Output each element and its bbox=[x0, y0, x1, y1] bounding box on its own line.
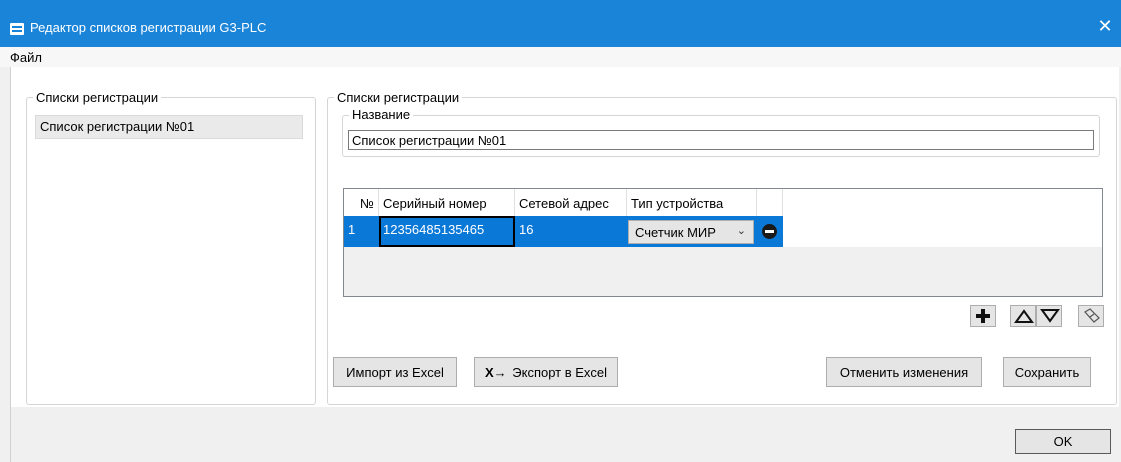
column-header-serial[interactable]: Серийный номер bbox=[379, 189, 515, 216]
window-title: Редактор списков регистрации G3-PLC bbox=[30, 20, 267, 35]
column-header-device-type[interactable]: Тип устройства bbox=[627, 189, 757, 216]
move-down-button[interactable] bbox=[1036, 305, 1062, 327]
close-icon[interactable]: ✕ bbox=[1095, 16, 1115, 36]
triangle-down-icon bbox=[1040, 309, 1060, 323]
footer: OK bbox=[10, 407, 1119, 462]
column-header-address[interactable]: Сетевой адрес bbox=[515, 189, 627, 216]
chevron-down-icon: ⌄ bbox=[736, 225, 746, 237]
main-content: Списки регистрации Список регистрации №0… bbox=[10, 67, 1119, 407]
editor-title: Списки регистрации bbox=[337, 90, 460, 105]
device-type-value: Счетчик МИР bbox=[635, 225, 716, 240]
export-excel-label: Экспорт в Excel bbox=[512, 364, 608, 380]
header-filler bbox=[783, 189, 1102, 216]
app-icon bbox=[10, 23, 24, 35]
triangle-up-icon bbox=[1014, 309, 1034, 323]
menu-file[interactable]: Файл bbox=[10, 50, 42, 65]
table-row[interactable]: 1 12356485135465 16 Счетчик МИР ⌄ bbox=[344, 216, 1102, 247]
cell-device-type: Счетчик МИР ⌄ bbox=[627, 216, 757, 247]
column-header-number[interactable]: № bbox=[344, 189, 379, 216]
move-up-button[interactable] bbox=[1010, 305, 1036, 327]
cell-address[interactable]: 16 bbox=[515, 216, 627, 247]
ok-button[interactable]: OK bbox=[1015, 429, 1111, 454]
cancel-changes-button[interactable]: Отменить изменения bbox=[826, 357, 982, 387]
title-bar: Редактор списков регистрации G3-PLC ✕ bbox=[0, 0, 1121, 47]
devices-table[interactable]: № Серийный номер Сетевой адрес Тип устро… bbox=[343, 188, 1103, 297]
export-excel-button[interactable]: X→ Экспорт в Excel bbox=[474, 357, 618, 387]
cell-number[interactable]: 1 bbox=[344, 216, 379, 247]
eraser-icon bbox=[1084, 308, 1100, 323]
name-group: Название bbox=[342, 107, 1100, 157]
menu-bar: Файл bbox=[0, 47, 1121, 67]
device-type-dropdown[interactable]: Счетчик МИР ⌄ bbox=[628, 220, 754, 244]
add-row-button[interactable] bbox=[970, 305, 996, 327]
cell-remove bbox=[757, 216, 783, 247]
registration-lists-title: Списки регистрации bbox=[36, 90, 159, 105]
registration-lists-panel: Списки регистрации Список регистрации №0… bbox=[26, 90, 316, 405]
excel-export-icon: X→ bbox=[484, 364, 507, 380]
name-label: Название bbox=[349, 107, 414, 122]
import-excel-button[interactable]: Импорт из Excel bbox=[333, 357, 457, 387]
cell-serial[interactable]: 12356485135465 bbox=[379, 216, 515, 247]
list-item[interactable]: Список регистрации №01 bbox=[35, 115, 303, 139]
clear-button[interactable] bbox=[1078, 305, 1104, 327]
plus-icon bbox=[976, 309, 990, 323]
name-input[interactable] bbox=[348, 130, 1094, 150]
registration-list-editor: Списки регистрации Название № Серийный н… bbox=[327, 90, 1117, 405]
remove-row-icon[interactable] bbox=[762, 224, 777, 239]
column-header-remove bbox=[757, 189, 783, 216]
save-button[interactable]: Сохранить bbox=[1003, 357, 1091, 387]
